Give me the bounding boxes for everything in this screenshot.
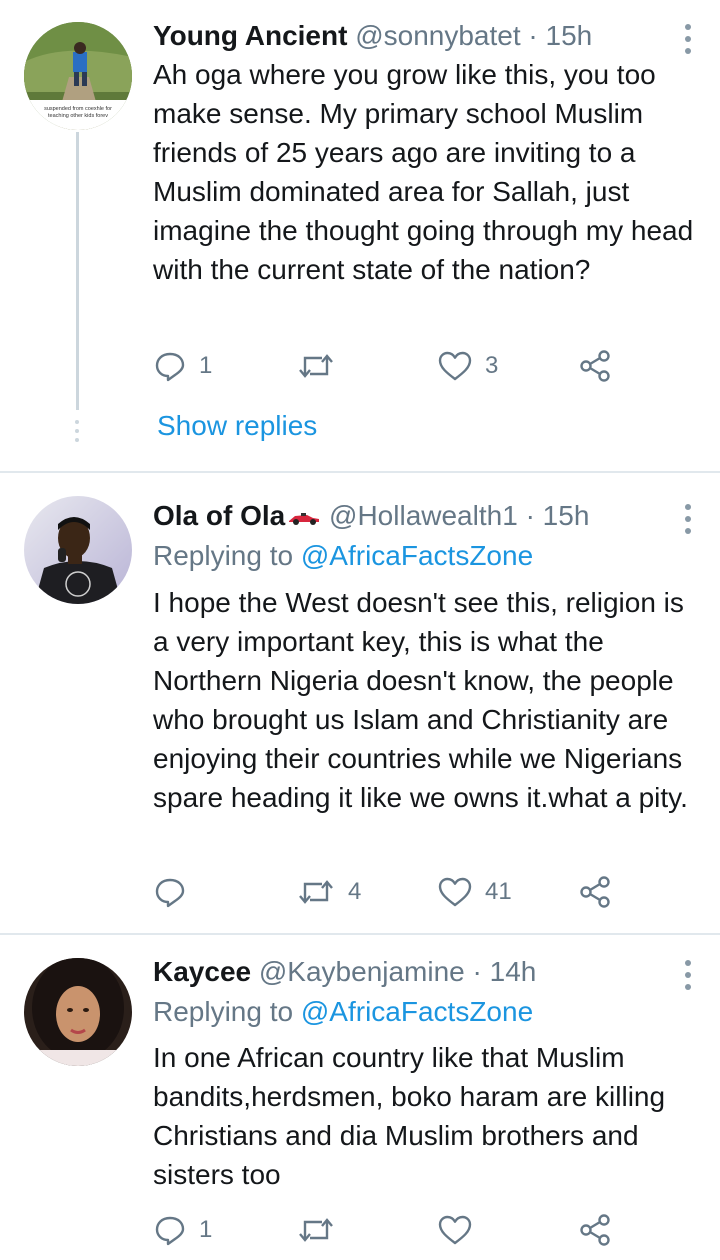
display-name[interactable]: Ola of Ola xyxy=(153,500,285,531)
reply-button[interactable]: 1 xyxy=(153,346,212,386)
share-button[interactable] xyxy=(578,1210,612,1250)
user-handle[interactable]: @sonnybatet xyxy=(355,20,520,51)
replying-to-label: Replying to xyxy=(153,996,294,1027)
replying-to: Replying to @AfricaFactsZone xyxy=(153,538,533,574)
separator: · xyxy=(528,20,538,51)
retweet-button[interactable]: 4 xyxy=(296,872,361,912)
thread-line xyxy=(76,132,79,410)
like-icon xyxy=(438,877,472,907)
retweet-icon xyxy=(299,354,333,378)
reply-count: 1 xyxy=(199,1216,213,1243)
tweet[interactable]: Ola of Ola @Hollawealth1 · 15h Replying … xyxy=(0,474,720,934)
like-icon xyxy=(438,1215,472,1245)
separator: · xyxy=(525,500,535,531)
tweet[interactable]: Kaycee @Kaybenjamine · 14h Replying to @… xyxy=(0,936,720,1260)
retweet-icon xyxy=(299,1218,333,1242)
like-count: 3 xyxy=(485,352,499,379)
replying-to-handle[interactable]: @AfricaFactsZone xyxy=(301,540,533,571)
tweet-actions: 4 41 xyxy=(153,872,633,912)
reply-icon xyxy=(155,1216,185,1246)
replying-to: Replying to @AfricaFactsZone xyxy=(153,994,533,1030)
retweet-count: 4 xyxy=(348,878,362,905)
avatar-caption: suspended from coexhle for xyxy=(44,106,112,112)
like-button[interactable]: 3 xyxy=(437,346,498,386)
retweet-button[interactable] xyxy=(296,1210,348,1250)
display-name[interactable]: Young Ancient xyxy=(153,20,347,51)
timestamp[interactable]: 15h xyxy=(543,500,590,531)
display-name[interactable]: Kaycee xyxy=(153,956,251,987)
share-icon xyxy=(580,876,610,908)
like-count: 41 xyxy=(485,878,512,905)
tweet-header: Ola of Ola @Hollawealth1 · 15h xyxy=(153,498,660,534)
reply-icon xyxy=(155,878,185,908)
divider xyxy=(0,471,720,473)
reply-count: 1 xyxy=(199,352,213,379)
retweet-button[interactable] xyxy=(296,346,348,386)
reply-button[interactable] xyxy=(153,872,199,912)
tweet-text: In one African country like that Muslim … xyxy=(153,1042,666,1190)
share-icon xyxy=(580,1214,610,1246)
timestamp[interactable]: 14h xyxy=(490,956,537,987)
separator: · xyxy=(472,956,482,987)
like-button[interactable] xyxy=(437,1210,485,1250)
show-replies-link[interactable]: Show replies xyxy=(157,410,317,442)
avatar-caption: teaching other kids forev xyxy=(48,113,108,119)
tweet[interactable]: suspended from coexhle for teaching othe… xyxy=(0,0,720,470)
tweet-text: I hope the West doesn't see this, religi… xyxy=(153,587,688,813)
tweet-header: Kaycee @Kaybenjamine · 14h xyxy=(153,954,660,990)
timestamp[interactable]: 15h xyxy=(546,20,593,51)
avatar[interactable] xyxy=(24,958,132,1066)
more-options-icon[interactable] xyxy=(680,504,696,540)
user-handle[interactable]: @Hollawealth1 xyxy=(329,500,518,531)
retweet-icon xyxy=(299,880,333,904)
replying-to-label: Replying to xyxy=(153,540,294,571)
user-handle[interactable]: @Kaybenjamine xyxy=(259,956,465,987)
share-button[interactable] xyxy=(578,346,612,386)
tweet-actions: 1 xyxy=(153,1210,633,1250)
reply-icon xyxy=(155,352,185,382)
tweet-header: Young Ancient @sonnybatet · 15h xyxy=(153,18,660,54)
like-button[interactable]: 41 xyxy=(437,872,512,912)
reply-button[interactable]: 1 xyxy=(153,1210,212,1250)
replying-to-handle[interactable]: @AfricaFactsZone xyxy=(301,996,533,1027)
avatar[interactable]: suspended from coexhle for teaching othe… xyxy=(24,22,132,130)
share-icon xyxy=(580,350,610,382)
avatar[interactable] xyxy=(24,496,132,604)
divider xyxy=(0,933,720,935)
share-button[interactable] xyxy=(578,872,612,912)
more-options-icon[interactable] xyxy=(680,960,696,996)
like-icon xyxy=(438,351,472,381)
race-car-emoji-icon xyxy=(289,513,320,525)
tweet-text: Ah oga where you grow like this, you too… xyxy=(153,59,694,285)
thread-dots xyxy=(75,420,79,447)
tweet-actions: 1 3 xyxy=(153,346,633,386)
